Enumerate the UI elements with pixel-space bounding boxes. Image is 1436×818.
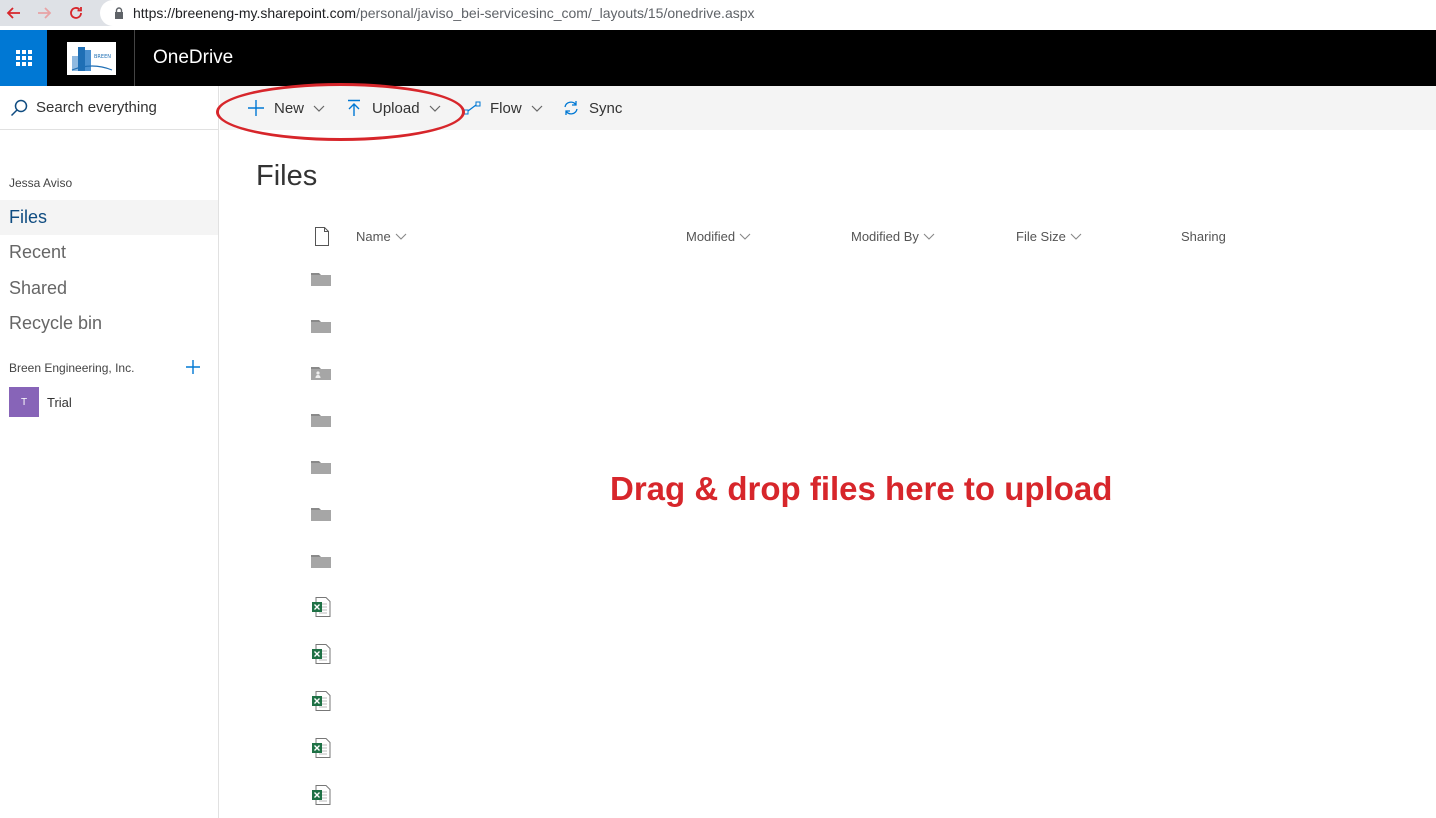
url-path: /personal/javiso_bei-servicesinc_com/_la… (356, 5, 755, 21)
folder-icon[interactable] (310, 502, 332, 524)
shared-folder-icon[interactable] (310, 361, 332, 383)
folder-icon[interactable] (310, 267, 332, 289)
add-site-plus-icon[interactable] (184, 358, 202, 376)
back-arrow-icon (6, 7, 20, 19)
reload-icon (70, 7, 82, 19)
upload-arrow-icon (348, 99, 360, 116)
excel-file-icon[interactable] (310, 690, 332, 712)
new-label: New (274, 99, 305, 117)
address-bar[interactable]: https://breeneng-my.sharepoint.com/perso… (100, 0, 1436, 26)
excel-file-icon[interactable] (310, 643, 332, 665)
folder-icon[interactable] (310, 549, 332, 571)
url-text: https://breeneng-my.sharepoint.com/perso… (133, 5, 755, 21)
file-type-icon[interactable] (314, 227, 330, 246)
search-icon (10, 99, 28, 116)
search-placeholder: Search everything (36, 99, 157, 116)
column-header-label: Modified By (851, 229, 919, 244)
header-divider (134, 30, 135, 86)
nav-item-recycle-bin[interactable]: Recycle bin (0, 306, 218, 341)
suite-header: BREEN OneDrive (0, 30, 1436, 86)
column-header-name[interactable]: Name (356, 229, 407, 244)
excel-file-icon[interactable] (310, 784, 332, 806)
column-header-label: Name (356, 229, 391, 244)
user-name: Jessa Aviso (9, 176, 73, 190)
forward-arrow-icon (38, 7, 52, 19)
nav-item-files[interactable]: Files (0, 200, 218, 235)
column-header-sharing[interactable]: Sharing (1181, 229, 1226, 244)
column-header-label: Modified (686, 229, 736, 244)
app-launcher-button[interactable] (0, 30, 47, 86)
nav-item-shared[interactable]: Shared (0, 271, 218, 306)
chevron-down-icon (313, 105, 325, 112)
site-item-trial[interactable]: T Trial (9, 387, 72, 417)
drag-drop-message: Drag & drop files here to upload (610, 470, 1113, 507)
flow-icon (463, 101, 481, 115)
folder-icon[interactable] (310, 408, 332, 430)
upload-button[interactable]: Upload (345, 86, 441, 130)
chevron-down-icon (395, 233, 407, 240)
forward-button[interactable] (34, 3, 54, 23)
page-title: Files (256, 160, 318, 192)
waffle-icon (15, 50, 32, 66)
flow-label: Flow (490, 99, 522, 117)
breen-logo-icon: BREEN (71, 46, 112, 71)
chevron-down-icon (923, 233, 935, 240)
site-avatar: T (9, 387, 39, 417)
site-label: Trial (47, 394, 72, 410)
column-header-label: File Size (1016, 229, 1066, 244)
search-box[interactable]: Search everything (0, 86, 218, 130)
excel-file-icon[interactable] (310, 596, 332, 618)
reload-button[interactable] (66, 3, 86, 23)
app-title[interactable]: OneDrive (153, 47, 233, 69)
folder-icon[interactable] (310, 314, 332, 336)
chevron-down-icon (739, 233, 751, 240)
lock-icon (115, 7, 123, 19)
command-bar: New Upload Flow Sync (220, 86, 1436, 130)
chevron-down-icon (1070, 233, 1082, 240)
excel-file-icon[interactable] (310, 737, 332, 759)
logo-text: BREEN (94, 54, 111, 60)
org-name: Breen Engineering, Inc. (9, 361, 135, 375)
browser-toolbar: https://breeneng-my.sharepoint.com/perso… (0, 0, 1436, 26)
sync-icon (564, 101, 578, 115)
column-header-label: Sharing (1181, 229, 1226, 244)
chevron-down-icon (531, 105, 543, 112)
chevron-down-icon (429, 105, 440, 112)
plus-icon (248, 100, 264, 116)
new-button[interactable]: New (247, 86, 325, 130)
upload-label: Upload (372, 99, 420, 117)
column-header-file-size[interactable]: File Size (1016, 229, 1082, 244)
column-header-modified[interactable]: Modified (686, 229, 751, 244)
folder-icon[interactable] (310, 455, 332, 477)
sync-button[interactable]: Sync (562, 86, 622, 130)
back-button[interactable] (4, 3, 24, 23)
column-header-modified-by[interactable]: Modified By (851, 229, 935, 244)
flow-button[interactable]: Flow (463, 86, 543, 130)
left-navigation: Search everything Jessa Aviso Files Rece… (0, 86, 219, 818)
url-host: https://breeneng-my.sharepoint.com (133, 5, 357, 21)
company-logo[interactable]: BREEN (67, 42, 116, 75)
sync-label: Sync (589, 99, 623, 117)
nav-item-recent[interactable]: Recent (0, 235, 218, 270)
